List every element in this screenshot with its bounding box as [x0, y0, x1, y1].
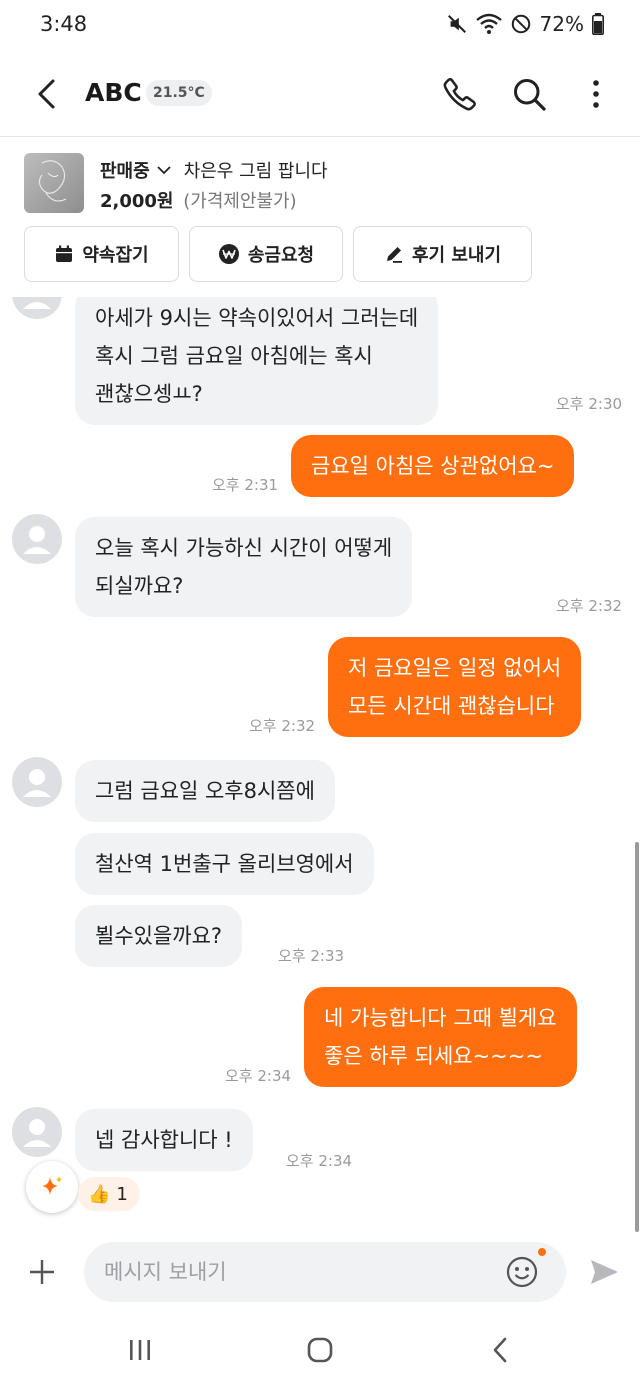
- message-time: 오후 2:30: [556, 395, 623, 413]
- do-not-disturb-icon: [511, 14, 530, 34]
- money-request-button[interactable]: 송금요청: [189, 226, 343, 282]
- reaction-count: 1: [116, 1183, 128, 1205]
- price-note: (가격제안불가): [183, 191, 297, 212]
- chevron-left-icon: [38, 79, 55, 109]
- system-back-button[interactable]: [480, 1330, 520, 1370]
- chat-partner-name: ABC: [85, 78, 142, 107]
- message-bubble-incoming[interactable]: 오늘 혹시 가능하신 시간이 어떻게 되실까요?: [75, 517, 413, 617]
- new-badge-dot: [538, 1248, 546, 1256]
- back-arrow-icon: [493, 1337, 507, 1363]
- chat-area[interactable]: 아세가 9시는 약속이있어서 그러는데 혹시 그럼 금요일 아침에는 혹시 괜찮…: [0, 297, 640, 1232]
- status-icons: 72%: [446, 12, 604, 36]
- smiley-icon: [506, 1256, 538, 1288]
- product-title[interactable]: 차은우 그림 팝니다: [184, 157, 328, 183]
- message-bubble-incoming[interactable]: 아세가 9시는 약속이있어서 그러는데 혹시 그럼 금요일 아침에는 혹시 괜찮…: [75, 297, 439, 425]
- battery-icon: [592, 13, 604, 35]
- schedule-label: 약속잡기: [82, 245, 149, 266]
- more-vertical-icon: [593, 80, 599, 108]
- chevron-down-icon[interactable]: [156, 164, 172, 176]
- home-icon: [307, 1337, 333, 1363]
- sparkle-icon: [42, 1176, 62, 1195]
- product-price: 2,000원: [100, 191, 174, 212]
- partner-avatar[interactable]: [12, 297, 62, 319]
- user-icon: [23, 302, 51, 309]
- product-panel: 판매중 차은우 그림 팝니다 2,000원 (가격제안불가) 약속잡기 송금요청…: [0, 137, 640, 297]
- message-bubble-incoming[interactable]: 뵐수있을까요?: [75, 905, 243, 967]
- user-icon: [23, 1119, 51, 1147]
- won-icon: [218, 244, 239, 264]
- reaction-badge[interactable]: 👍 1: [78, 1177, 140, 1211]
- thumbs-up-icon: 👍: [88, 1183, 111, 1205]
- phone-icon: [443, 78, 476, 111]
- message-time: 오후 2:34: [286, 1152, 353, 1170]
- sale-status[interactable]: 판매중: [100, 157, 150, 183]
- search-button[interactable]: [509, 74, 549, 114]
- emoji-button[interactable]: [502, 1252, 542, 1292]
- message-bubble-outgoing[interactable]: 금요일 아침은 상관없어요~: [291, 435, 575, 497]
- add-reaction-button[interactable]: [26, 1161, 78, 1213]
- partner-avatar[interactable]: [12, 514, 62, 564]
- scrollbar[interactable]: [635, 842, 639, 1232]
- call-button[interactable]: [440, 74, 480, 114]
- message-time: 오후 2:33: [278, 947, 345, 965]
- status-bar: 3:48 72%: [0, 0, 640, 52]
- attach-button[interactable]: [22, 1252, 62, 1292]
- more-options-button[interactable]: [576, 74, 616, 114]
- pencil-icon: [386, 247, 402, 263]
- partner-avatar[interactable]: [12, 1107, 62, 1157]
- message-time: 오후 2:31: [212, 476, 279, 494]
- message-bubble-incoming[interactable]: 그럼 금요일 오후8시쯤에: [75, 760, 335, 822]
- wifi-icon: [475, 13, 502, 34]
- product-price-row: 2,000원 (가격제안불가): [100, 187, 297, 213]
- message-bubble-outgoing[interactable]: 네 가능합니다 그때 뵐게요 좋은 하루 되세요~~~~: [304, 987, 577, 1087]
- send-button[interactable]: [584, 1252, 624, 1292]
- money-request-label: 송금요청: [247, 245, 315, 266]
- status-time: 3:48: [40, 12, 88, 36]
- schedule-button[interactable]: 약속잡기: [24, 226, 179, 282]
- mute-icon: [447, 15, 466, 33]
- calendar-icon: [56, 245, 73, 262]
- message-time: 오후 2:32: [249, 717, 316, 735]
- message-time: 오후 2:32: [556, 597, 623, 615]
- system-nav-bar: [0, 1312, 640, 1387]
- message-bubble-outgoing[interactable]: 저 금요일은 일정 없어서 모든 시간대 괜찮습니다: [328, 637, 582, 737]
- battery-text: 72%: [539, 12, 584, 36]
- home-button[interactable]: [300, 1330, 340, 1370]
- message-bubble-incoming[interactable]: 철산역 1번출구 올리브영에서: [75, 833, 374, 895]
- recent-apps-icon: [130, 1340, 150, 1360]
- user-icon: [23, 769, 51, 797]
- chat-header: ABC 21.5°C: [0, 52, 640, 136]
- sketch-image: [38, 160, 67, 202]
- partner-avatar[interactable]: [12, 757, 62, 807]
- send-review-label: 후기 보내기: [411, 245, 502, 266]
- message-input[interactable]: [84, 1242, 566, 1302]
- plus-icon: [30, 1260, 54, 1284]
- back-button[interactable]: [26, 74, 66, 114]
- search-icon: [514, 79, 546, 111]
- message-time: 오후 2:34: [225, 1067, 292, 1085]
- send-icon: [591, 1260, 618, 1284]
- product-header: 판매중 차은우 그림 팝니다: [100, 157, 328, 183]
- message-bubble-incoming[interactable]: 넵 감사합니다 !: [75, 1109, 253, 1171]
- message-input-bar: [0, 1232, 640, 1312]
- product-thumbnail[interactable]: [24, 153, 84, 213]
- user-icon: [23, 526, 51, 554]
- recent-apps-button[interactable]: [120, 1330, 160, 1370]
- manner-temperature-badge[interactable]: 21.5°C: [146, 80, 212, 106]
- product-actions: 약속잡기 송금요청 후기 보내기: [24, 226, 532, 282]
- send-review-button[interactable]: 후기 보내기: [353, 226, 532, 282]
